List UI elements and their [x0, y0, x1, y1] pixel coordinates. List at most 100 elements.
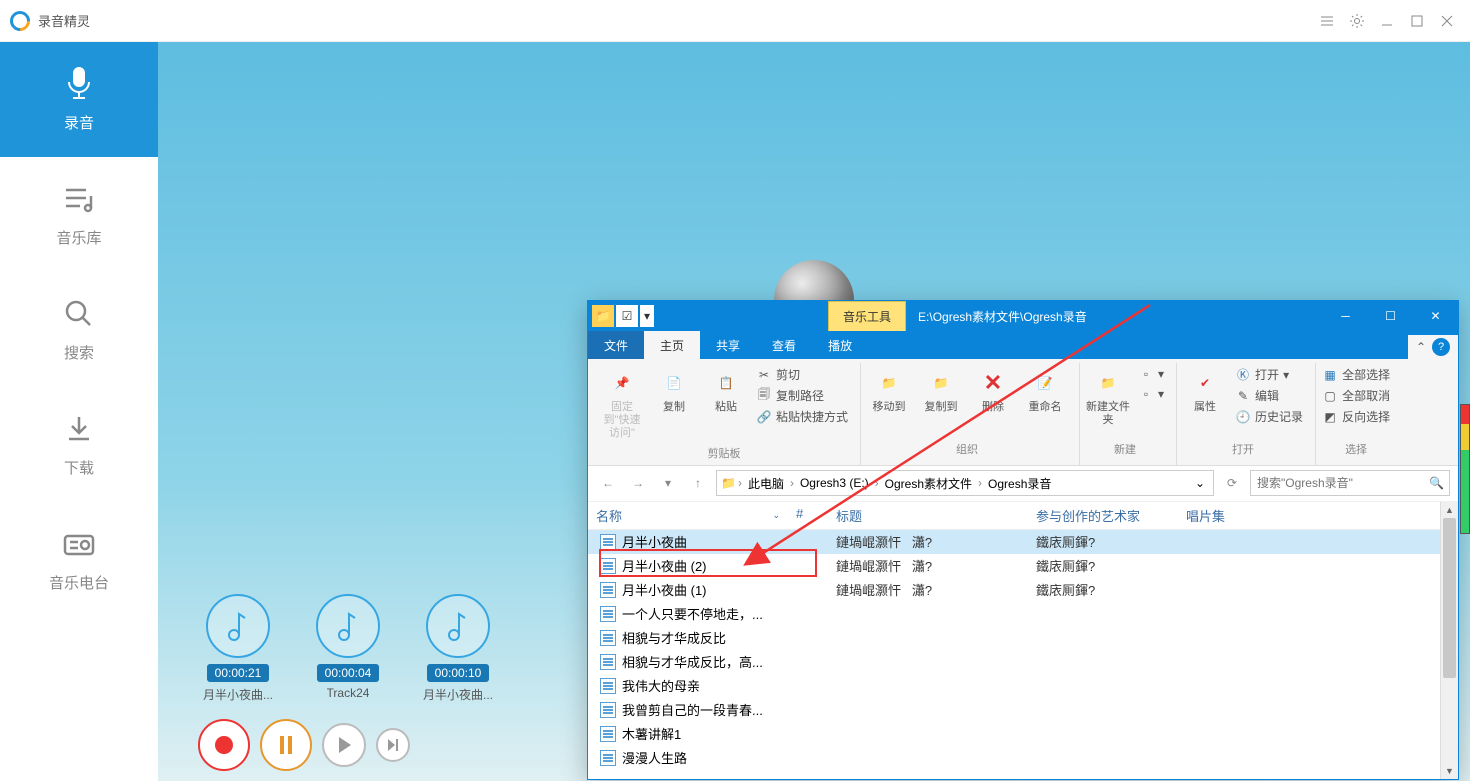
edit-button[interactable]: ✎编辑 [1233, 386, 1305, 405]
col-name[interactable]: 名称 [596, 506, 622, 525]
file-row[interactable]: 我伟大的母亲 [588, 674, 1440, 698]
record-button[interactable] [198, 719, 250, 771]
contextual-tab-music[interactable]: 音乐工具 [828, 301, 906, 331]
file-name: 相貌与才华成反比，高... [622, 652, 763, 671]
file-row[interactable]: 我曾剪自己的一段青春... [588, 698, 1440, 722]
file-title [828, 678, 1028, 693]
file-title [828, 726, 1028, 741]
tab-share[interactable]: 共享 [700, 331, 756, 359]
collapse-ribbon-icon[interactable]: ⌃ [1416, 340, 1426, 354]
file-row[interactable]: 漫漫人生路 [588, 746, 1440, 770]
rename-button[interactable]: 📝重命名 [1021, 365, 1069, 416]
recent-dropdown[interactable]: ▾ [656, 471, 680, 495]
explorer-close-icon[interactable]: ✕ [1413, 301, 1458, 331]
pin-button[interactable]: 📌固定到"快速访问" [598, 365, 646, 443]
clip-item[interactable]: 00:00:21 月半小夜曲... [198, 594, 278, 703]
pause-button[interactable] [260, 719, 312, 771]
search-icon [61, 296, 97, 332]
back-button[interactable]: ← [596, 471, 620, 495]
explorer-maximize-icon[interactable]: ☐ [1368, 301, 1413, 331]
sidebar-item-radio[interactable]: 音乐电台 [0, 502, 158, 617]
scrollbar[interactable]: ▲ ▼ [1440, 502, 1458, 779]
breadcrumb-seg[interactable]: Ogresh录音 [984, 475, 1055, 492]
invert-icon: ◩ [1322, 409, 1338, 425]
sidebar-item-download[interactable]: 下载 [0, 387, 158, 502]
clip-item[interactable]: 00:00:10 月半小夜曲... [418, 594, 498, 703]
clip-item[interactable]: 00:00:04 Track24 [308, 594, 388, 703]
sidebar-item-library[interactable]: 音乐库 [0, 157, 158, 272]
explorer-minimize-icon[interactable]: ─ [1323, 301, 1368, 331]
folder-icon[interactable]: 📁 [592, 305, 614, 327]
scroll-up-icon[interactable]: ▲ [1441, 502, 1458, 518]
breadcrumb-seg[interactable]: 此电脑 [744, 475, 788, 492]
scroll-down-icon[interactable]: ▼ [1441, 763, 1458, 779]
breadcrumb-seg[interactable]: Ogresh3 (E:) [796, 476, 873, 490]
help-icon[interactable]: ? [1432, 338, 1450, 356]
file-row[interactable]: 相貌与才华成反比 [588, 626, 1440, 650]
paste-button[interactable]: 📋粘贴 [702, 365, 750, 416]
invert-button[interactable]: ◩反向选择 [1320, 407, 1392, 426]
file-title: 鏈堝崐灏忓 瀟? [828, 556, 1028, 575]
refresh-button[interactable]: ⟳ [1220, 471, 1244, 495]
pasteshortcut-button[interactable]: 🔗粘贴快捷方式 [754, 407, 850, 426]
note-icon [206, 594, 270, 658]
list-icon[interactable] [1314, 8, 1340, 34]
tab-file[interactable]: 文件 [588, 331, 644, 359]
search-icon[interactable]: 🔍 [1429, 476, 1443, 490]
file-row[interactable]: 月半小夜曲 (2)鏈堝崐灏忓 瀟?鐵庡厠鍕? [588, 554, 1440, 578]
clip-time: 00:00:21 [207, 664, 270, 682]
player-controls [198, 719, 410, 771]
scroll-thumb[interactable] [1443, 518, 1456, 678]
app-title: 录音精灵 [38, 11, 90, 30]
easyaccess-button[interactable]: ▫▾ [1136, 385, 1166, 403]
moveto-button[interactable]: 📁移动到 [865, 365, 913, 416]
addr-dropdown-icon[interactable]: ⌄ [1191, 476, 1209, 490]
gear-icon[interactable] [1344, 8, 1370, 34]
newitem-button[interactable]: ▫▾ [1136, 365, 1166, 383]
history-button[interactable]: 🕘历史记录 [1233, 407, 1305, 426]
file-name: 月半小夜曲 (1) [622, 580, 707, 599]
close-icon[interactable] [1434, 8, 1460, 34]
pin-icon: 📌 [606, 367, 638, 399]
maximize-icon[interactable] [1404, 8, 1430, 34]
group-label-clipboard: 剪贴板 [708, 443, 741, 463]
search-box[interactable]: 🔍 [1250, 470, 1450, 496]
sidebar-item-search[interactable]: 搜索 [0, 272, 158, 387]
copy-button[interactable]: 📄复制 [650, 365, 698, 416]
col-num[interactable]: # [788, 506, 828, 525]
qat-dropdown-icon[interactable]: ▾ [640, 305, 654, 327]
breadcrumb-seg[interactable]: Ogresh素材文件 [881, 475, 976, 492]
selectall-button[interactable]: ▦全部选择 [1320, 365, 1392, 384]
selectnone-button[interactable]: ▢全部取消 [1320, 386, 1392, 405]
cut-button[interactable]: ✂剪切 [754, 365, 850, 384]
play-button[interactable] [322, 723, 366, 767]
minimize-icon[interactable] [1374, 8, 1400, 34]
tab-view[interactable]: 查看 [756, 331, 812, 359]
properties-button[interactable]: ✔属性 [1181, 365, 1229, 416]
tab-play[interactable]: 播放 [812, 331, 868, 359]
copyto-button[interactable]: 📁复制到 [917, 365, 965, 416]
address-bar[interactable]: 📁› 此电脑› Ogresh3 (E:)› Ogresh素材文件› Ogresh… [716, 470, 1214, 496]
open-button[interactable]: Ⓚ打开▾ [1233, 365, 1305, 384]
delete-button[interactable]: ✕删除 [969, 365, 1017, 416]
up-button[interactable]: ↑ [686, 471, 710, 495]
col-title[interactable]: 标题 [828, 506, 1028, 525]
copypath-button[interactable]: 🗐复制路径 [754, 386, 850, 405]
search-input[interactable] [1257, 476, 1429, 490]
file-row[interactable]: 木薯讲解1 [588, 722, 1440, 746]
file-row[interactable]: 月半小夜曲鏈堝崐灏忓 瀟?鐵庡厠鍕? [588, 530, 1440, 554]
qat-check-icon[interactable]: ☑ [616, 305, 638, 327]
col-artist[interactable]: 参与创作的艺术家 [1028, 506, 1178, 525]
column-headers[interactable]: 名称⌄ # 标题 参与创作的艺术家 唱片集 [588, 502, 1440, 530]
explorer-titlebar[interactable]: 📁 ☑ ▾ 音乐工具 E:\Ogresh素材文件\Ogresh录音 ─ ☐ ✕ [588, 301, 1458, 331]
file-row[interactable]: 相貌与才华成反比，高... [588, 650, 1440, 674]
col-album[interactable]: 唱片集 [1178, 506, 1278, 525]
file-row[interactable]: 一个人只要不停地走，... [588, 602, 1440, 626]
file-row[interactable]: 月半小夜曲 (1)鏈堝崐灏忓 瀟?鐵庡厠鍕? [588, 578, 1440, 602]
tab-home[interactable]: 主页 [644, 331, 700, 359]
newfolder-button[interactable]: 📁新建文件夹 [1084, 365, 1132, 429]
newitem-icon: ▫ [1138, 366, 1154, 382]
sidebar-item-record[interactable]: 录音 [0, 42, 158, 157]
forward-button[interactable]: → [626, 471, 650, 495]
next-button[interactable] [376, 728, 410, 762]
